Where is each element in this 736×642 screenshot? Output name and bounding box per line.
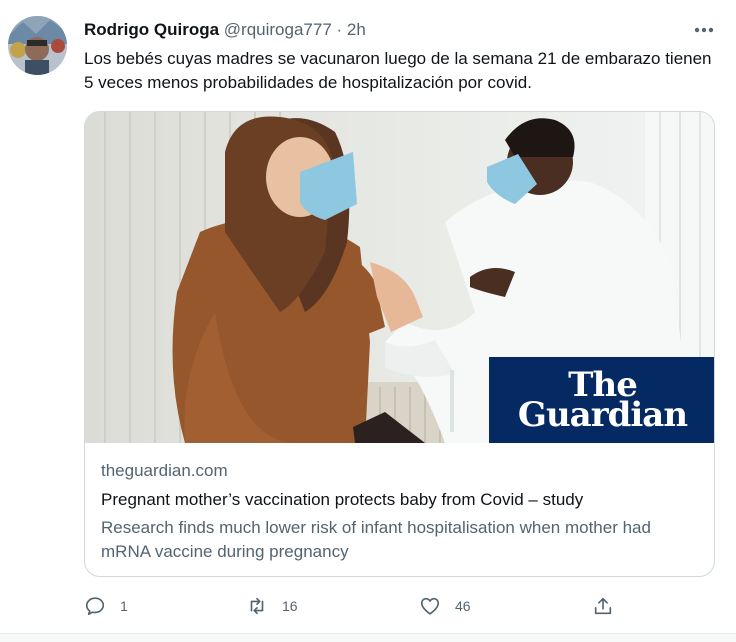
retweet-button[interactable]: 16: [246, 592, 298, 620]
separator-dot: ·: [336, 20, 343, 39]
card-image: The Guardian: [85, 112, 714, 443]
guardian-logo: The Guardian: [489, 357, 714, 443]
tweet-text: Los bebés cuyas madres se vacunaron lueg…: [84, 49, 712, 92]
action-bar: 1 16 46: [84, 592, 624, 620]
heart-icon: [420, 597, 440, 615]
retweet-count: 16: [282, 598, 298, 614]
card-domain: theguardian.com: [101, 461, 228, 480]
like-count: 46: [455, 598, 471, 614]
reply-button[interactable]: 1: [84, 592, 128, 620]
card-title: Pregnant mother’s vaccination protects b…: [101, 490, 584, 509]
card-body: theguardian.com Pregnant mother’s vaccin…: [101, 460, 701, 564]
reply-icon: [85, 597, 105, 616]
author-handle[interactable]: @rquiroga777: [224, 20, 332, 39]
more-horizontal-icon: [694, 27, 714, 33]
timestamp[interactable]: 2h: [347, 20, 366, 39]
share-button[interactable]: [592, 592, 614, 620]
share-icon: [594, 597, 612, 615]
link-card[interactable]: The Guardian theguardian.com Pregnant mo…: [84, 111, 715, 577]
avatar-image: [8, 16, 67, 75]
reply-count: 1: [120, 598, 128, 614]
author-name[interactable]: Rodrigo Quiroga: [84, 20, 219, 39]
avatar[interactable]: [8, 16, 67, 75]
card-description: Research finds much lower risk of infant…: [101, 518, 651, 561]
logo-line-2: Guardian: [517, 395, 688, 435]
more-button[interactable]: [692, 20, 716, 40]
retweet-icon: [250, 597, 264, 615]
like-button[interactable]: 46: [419, 592, 471, 620]
tweet-header: Rodrigo Quiroga @rquiroga777 · 2h: [84, 20, 366, 40]
tweet[interactable]: Rodrigo Quiroga @rquiroga777 · 2h Los be…: [0, 0, 736, 634]
